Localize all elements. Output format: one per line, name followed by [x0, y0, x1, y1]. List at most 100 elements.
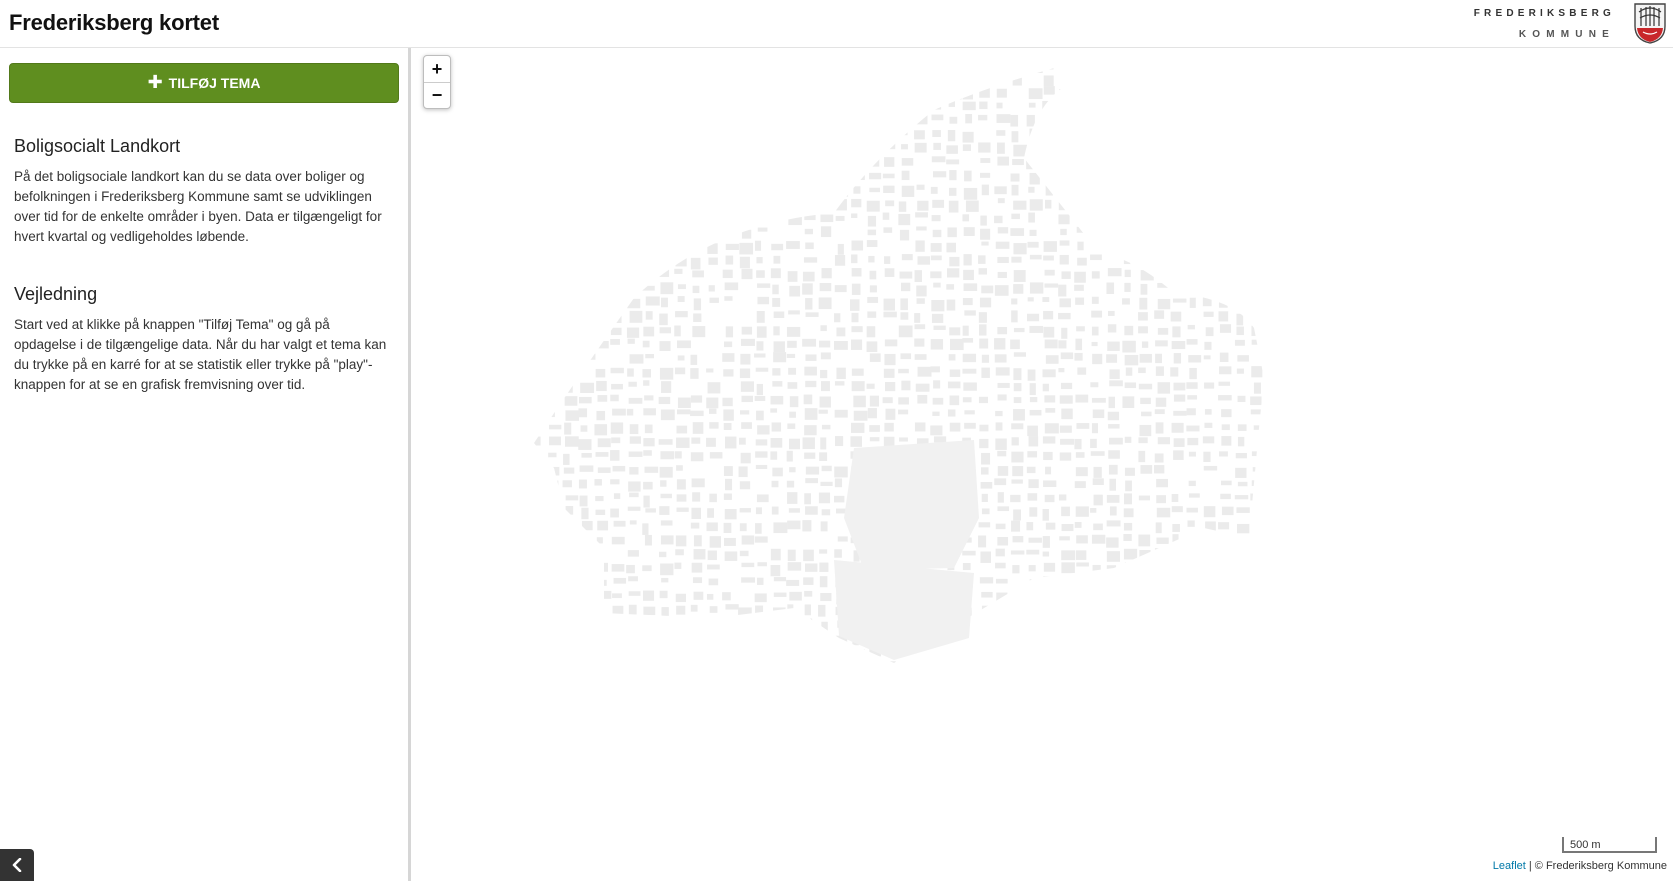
building-block	[757, 72, 770, 85]
building-block	[788, 310, 800, 315]
building-block	[660, 103, 668, 115]
building-block	[964, 170, 972, 182]
building-block	[949, 338, 964, 351]
building-block	[628, 604, 637, 616]
chevron-left-icon	[12, 858, 22, 872]
building-block	[693, 591, 704, 600]
building-block	[917, 394, 928, 404]
building-block	[771, 506, 779, 515]
building-block	[853, 186, 861, 194]
building-block	[723, 129, 734, 142]
building-block	[770, 395, 784, 405]
building-block	[1221, 240, 1229, 249]
building-block	[1138, 564, 1152, 569]
building-block	[1189, 297, 1196, 308]
building-block	[643, 270, 650, 280]
building-block	[1077, 661, 1085, 663]
building-block	[1154, 635, 1164, 646]
building-block	[995, 578, 1008, 584]
building-block	[818, 409, 828, 414]
building-block	[565, 199, 576, 212]
building-block	[757, 577, 764, 585]
building-block	[837, 128, 849, 138]
building-block	[1187, 241, 1196, 254]
building-block	[564, 436, 579, 447]
building-block	[821, 465, 832, 472]
building-block	[770, 438, 783, 448]
building-block	[1010, 228, 1025, 236]
building-block	[851, 254, 858, 264]
building-block	[869, 425, 880, 432]
building-block	[947, 129, 956, 142]
building-block	[771, 142, 780, 154]
building-block	[1269, 396, 1277, 402]
building-block	[1139, 257, 1151, 263]
building-block	[1061, 550, 1076, 561]
building-block	[594, 579, 607, 586]
building-block	[1059, 619, 1068, 631]
building-block	[1268, 230, 1280, 240]
building-block	[963, 254, 972, 266]
building-block	[754, 187, 763, 198]
building-block	[706, 660, 715, 663]
map-view[interactable]: + − 500 m Leaflet | © Frederiksberg Komm…	[414, 48, 1673, 881]
building-block	[820, 635, 827, 647]
zoom-control: + −	[423, 55, 451, 109]
building-block	[1029, 409, 1042, 416]
building-block	[997, 156, 1009, 166]
building-block	[516, 230, 522, 241]
zoom-in-button[interactable]: +	[424, 56, 450, 82]
building-block	[1075, 620, 1087, 625]
building-block	[595, 495, 604, 502]
building-block	[1269, 492, 1282, 504]
building-block	[613, 577, 627, 584]
building-block	[981, 467, 989, 475]
building-block	[1061, 408, 1073, 420]
building-block	[1234, 577, 1244, 584]
building-block	[932, 130, 941, 137]
zoom-out-button[interactable]: −	[424, 82, 450, 108]
building-block	[1234, 282, 1246, 289]
building-block	[869, 270, 877, 280]
building-block	[755, 439, 768, 446]
building-block	[834, 285, 847, 293]
leaflet-link[interactable]: Leaflet	[1493, 860, 1526, 872]
building-block	[565, 353, 574, 361]
building-block	[1157, 564, 1171, 576]
building-block	[1027, 241, 1039, 248]
building-block	[596, 537, 603, 544]
building-block	[1012, 466, 1024, 477]
building-block	[996, 88, 1007, 98]
building-block	[1090, 508, 1097, 513]
building-block	[626, 564, 635, 574]
building-block	[594, 299, 606, 310]
building-block	[579, 312, 591, 321]
building-block	[562, 86, 574, 95]
building-block	[1157, 89, 1171, 98]
building-block	[644, 395, 654, 401]
building-block	[1220, 634, 1228, 641]
building-block	[804, 493, 811, 505]
building-block	[642, 285, 655, 291]
building-block	[1061, 173, 1069, 179]
building-block	[1107, 171, 1116, 178]
building-block	[1075, 297, 1085, 305]
collapse-sidebar-button[interactable]	[0, 849, 34, 881]
building-block	[1029, 128, 1042, 138]
building-block	[1218, 296, 1228, 308]
building-block	[850, 73, 864, 78]
add-theme-button[interactable]: ✚ TILFØJ TEMA	[9, 63, 399, 103]
building-block	[739, 256, 750, 269]
brand-line-1: FREDERIKSBERG	[1473, 8, 1615, 19]
building-block	[818, 75, 827, 85]
building-block	[1219, 213, 1229, 219]
building-block	[658, 396, 671, 405]
building-block	[1173, 593, 1187, 602]
building-block	[1091, 326, 1099, 336]
building-block	[548, 102, 562, 115]
building-block	[644, 424, 653, 434]
building-block	[885, 200, 895, 207]
building-block	[1156, 116, 1169, 129]
building-block	[1014, 58, 1021, 68]
building-block	[660, 480, 667, 487]
